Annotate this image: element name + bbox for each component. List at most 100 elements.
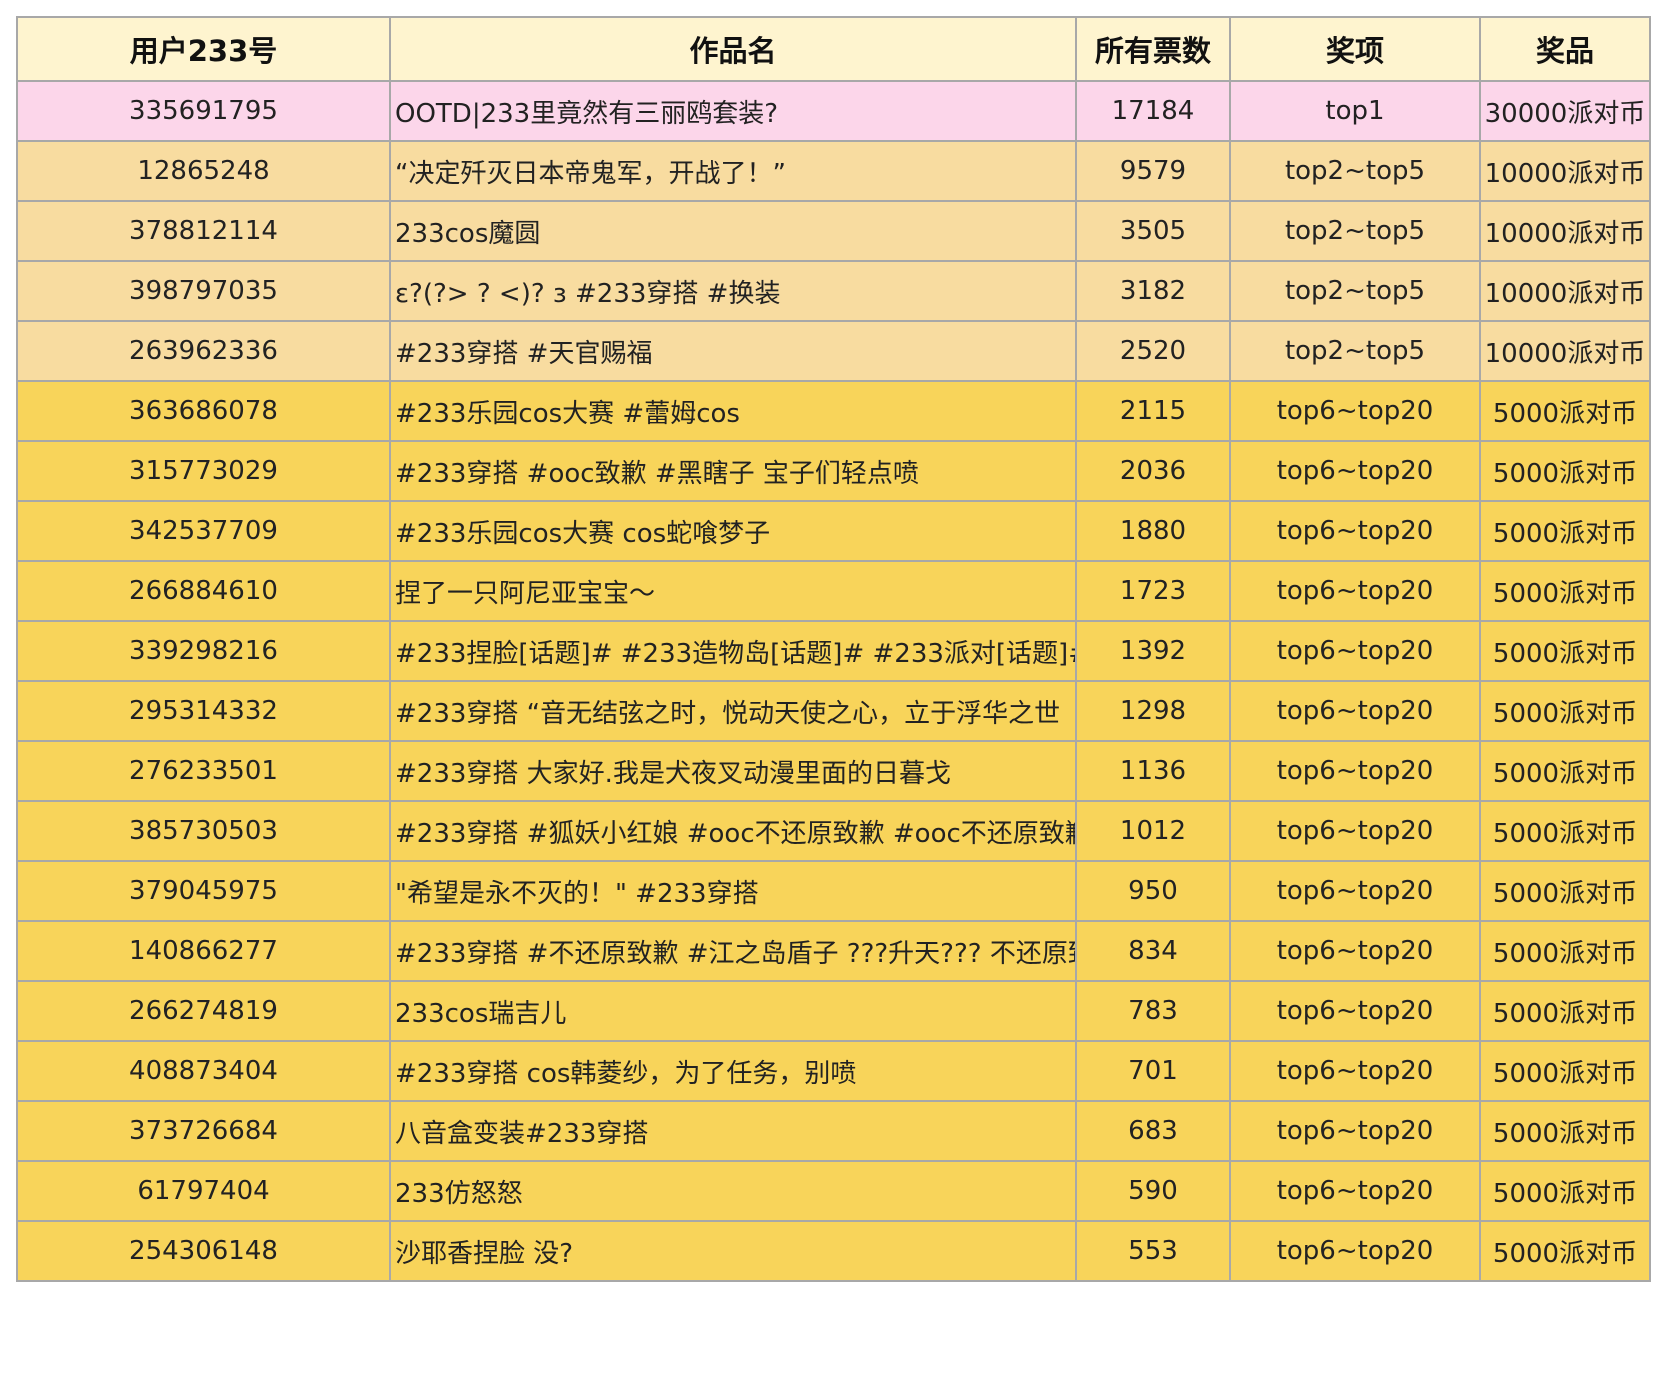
table-row: 254306148 沙耶香捏脸 没? 553 top6~top20 5000派对币 [16, 1220, 1651, 1282]
cell-award: top6~top20 [1229, 620, 1481, 682]
cell-user-id: 254306148 [16, 1220, 391, 1282]
cell-total-votes: 17184 [1075, 80, 1231, 142]
cell-work-title: 八音盒变装#233穿搭 [389, 1100, 1077, 1162]
cell-prize: 5000派对币 [1479, 620, 1651, 682]
cell-award: top2~top5 [1229, 200, 1481, 262]
header-total-votes: 所有票数 [1075, 16, 1231, 82]
cell-award: top6~top20 [1229, 740, 1481, 802]
cell-user-id: 339298216 [16, 620, 391, 682]
table-row: 12865248 “决定歼灭日本帝鬼军，开战了！” 9579 top2~top5 100… [16, 140, 1651, 202]
table-row: 266274819 233cos瑞吉儿 783 top6~top20 5000派对币 [16, 980, 1651, 1042]
cell-prize: 5000派对币 [1479, 1100, 1651, 1162]
cell-award: top6~top20 [1229, 440, 1481, 502]
cell-prize: 5000派对币 [1479, 560, 1651, 622]
cell-total-votes: 1880 [1075, 500, 1231, 562]
cell-total-votes: 1298 [1075, 680, 1231, 742]
cell-prize: 5000派对币 [1479, 500, 1651, 562]
cell-award: top6~top20 [1229, 1040, 1481, 1102]
cell-user-id: 266274819 [16, 980, 391, 1042]
cell-award: top6~top20 [1229, 500, 1481, 562]
cell-prize: 10000派对币 [1479, 320, 1651, 382]
cell-award: top6~top20 [1229, 380, 1481, 442]
cell-user-id: 379045975 [16, 860, 391, 922]
cell-prize: 5000派对币 [1479, 980, 1651, 1042]
table-row: 140866277 #233穿搭 #不还原致歉 #江之岛盾子 ???升天??? 不… [16, 920, 1651, 982]
cell-work-title: #233乐园cos大赛 #蕾姆cos [389, 380, 1077, 442]
cell-prize: 10000派对币 [1479, 200, 1651, 262]
cell-prize: 5000派对币 [1479, 1160, 1651, 1222]
cell-total-votes: 950 [1075, 860, 1231, 922]
cell-prize: 10000派对币 [1479, 140, 1651, 202]
header-row: 用户233号 作品名 所有票数 奖项 奖品 [16, 16, 1651, 82]
cell-work-title: 233cos魔圆 [389, 200, 1077, 262]
cell-total-votes: 701 [1075, 1040, 1231, 1102]
cell-prize: 5000派对币 [1479, 680, 1651, 742]
cell-work-title: "希望是永不灭的！" #233穿搭 [389, 860, 1077, 922]
cell-award: top6~top20 [1229, 980, 1481, 1042]
cell-work-title: #233穿搭 #ooc致歉 #黑瞎子 宝子们轻点喷 [389, 440, 1077, 502]
cell-total-votes: 2115 [1075, 380, 1231, 442]
table-row: 295314332 #233穿搭 “音无结弦之时，悦动天使之心，立于浮华之世 129… [16, 680, 1651, 742]
cell-work-title: “决定歼灭日本帝鬼军，开战了！” [389, 140, 1077, 202]
table-row: 276233501 #233穿搭 大家好.我是犬夜叉动漫里面的日暮戈 1136 top… [16, 740, 1651, 802]
cell-prize: 5000派对币 [1479, 860, 1651, 922]
table-row: 266884610 捏了一只阿尼亚宝宝～ 1723 top6~top20 5000派对币 [16, 560, 1651, 622]
table-row: 335691795 OOTD|233里竟然有三丽鸥套装? 17184 top1 3000… [16, 80, 1651, 142]
cell-user-id: 295314332 [16, 680, 391, 742]
cell-total-votes: 1012 [1075, 800, 1231, 862]
cell-user-id: 408873404 [16, 1040, 391, 1102]
table-row: 379045975 "希望是永不灭的！" #233穿搭 950 top6~top20 5… [16, 860, 1651, 922]
cell-work-title: #233穿搭 大家好.我是犬夜叉动漫里面的日暮戈 [389, 740, 1077, 802]
cell-prize: 5000派对币 [1479, 1040, 1651, 1102]
cell-award: top6~top20 [1229, 1100, 1481, 1162]
cell-award: top6~top20 [1229, 860, 1481, 922]
cell-total-votes: 553 [1075, 1220, 1231, 1282]
cell-award: top6~top20 [1229, 800, 1481, 862]
table-row: 373726684 八音盒变装#233穿搭 683 top6~top20 5000派对币 [16, 1100, 1651, 1162]
cell-user-id: 12865248 [16, 140, 391, 202]
header-prize: 奖品 [1479, 16, 1651, 82]
cell-total-votes: 3505 [1075, 200, 1231, 262]
cell-work-title: #233穿搭 “音无结弦之时，悦动天使之心，立于浮华之世 [389, 680, 1077, 742]
cell-award: top2~top5 [1229, 320, 1481, 382]
cell-work-title: #233穿搭 #天官赐福 [389, 320, 1077, 382]
cell-user-id: 315773029 [16, 440, 391, 502]
header-award: 奖项 [1229, 16, 1481, 82]
table-body: 335691795 OOTD|233里竟然有三丽鸥套装? 17184 top1 3000… [16, 80, 1651, 1282]
cell-award: top6~top20 [1229, 680, 1481, 742]
cell-user-id: 373726684 [16, 1100, 391, 1162]
cell-work-title: #233穿搭 #不还原致歉 #江之岛盾子 ???升天??? 不还原致歉 [389, 920, 1077, 982]
cell-award: top1 [1229, 80, 1481, 142]
cell-prize: 30000派对币 [1479, 80, 1651, 142]
cell-user-id: 385730503 [16, 800, 391, 862]
cell-award: top6~top20 [1229, 1220, 1481, 1282]
cell-award: top2~top5 [1229, 140, 1481, 202]
cell-user-id: 276233501 [16, 740, 391, 802]
cell-work-title: 233cos瑞吉儿 [389, 980, 1077, 1042]
table-row: 408873404 #233穿搭 cos韩菱纱，为了任务，别喷 701 top6~to… [16, 1040, 1651, 1102]
cell-total-votes: 2036 [1075, 440, 1231, 502]
cell-total-votes: 783 [1075, 980, 1231, 1042]
cell-total-votes: 590 [1075, 1160, 1231, 1222]
cell-prize: 10000派对币 [1479, 260, 1651, 322]
cell-award: top6~top20 [1229, 1160, 1481, 1222]
cell-user-id: 266884610 [16, 560, 391, 622]
cell-total-votes: 9579 [1075, 140, 1231, 202]
cell-user-id: 342537709 [16, 500, 391, 562]
cell-work-title: #233乐园cos大赛 cos蛇喰梦子 [389, 500, 1077, 562]
cell-user-id: 335691795 [16, 80, 391, 142]
header-user-id: 用户233号 [16, 16, 391, 82]
cell-user-id: 398797035 [16, 260, 391, 322]
cell-prize: 5000派对币 [1479, 740, 1651, 802]
cell-user-id: 378812114 [16, 200, 391, 262]
table-row: 339298216 #233捏脸[话题]# #233造物岛[话题]# #233派对… [16, 620, 1651, 682]
cell-total-votes: 834 [1075, 920, 1231, 982]
table-row: 315773029 #233穿搭 #ooc致歉 #黑瞎子 宝子们轻点喷 2036 to… [16, 440, 1651, 502]
table-row: 398797035 ε?(?> ? <)? з #233穿搭 #换装 3182 top… [16, 260, 1651, 322]
cell-award: top2~top5 [1229, 260, 1481, 322]
cell-user-id: 363686078 [16, 380, 391, 442]
cell-prize: 5000派对币 [1479, 380, 1651, 442]
cell-prize: 5000派对币 [1479, 1220, 1651, 1282]
cell-work-title: ε?(?> ? <)? з #233穿搭 #换装 [389, 260, 1077, 322]
cell-work-title: 233仿怒怒 [389, 1160, 1077, 1222]
